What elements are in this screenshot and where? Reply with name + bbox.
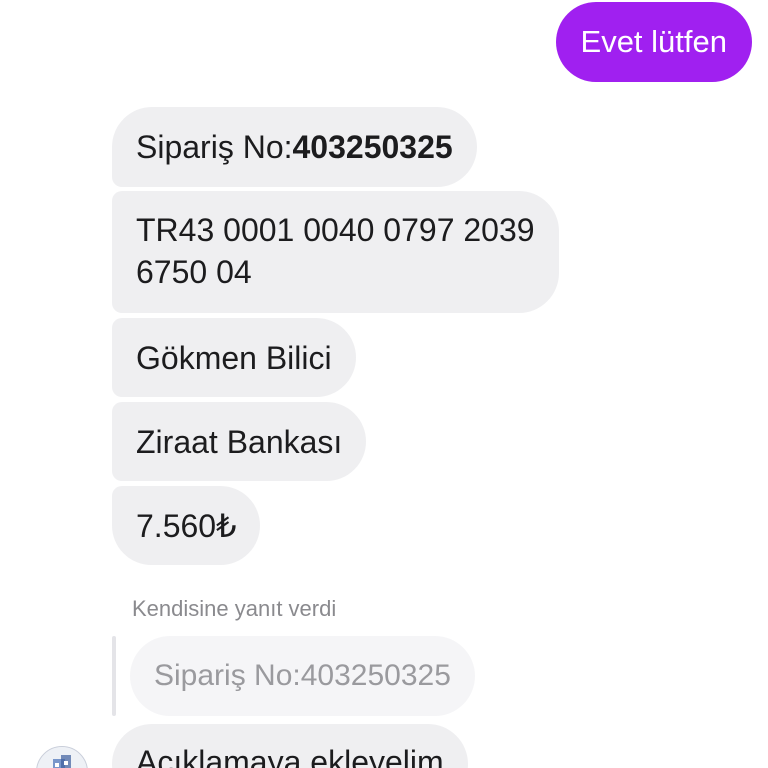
bank-name: Ziraat Bankası (136, 424, 343, 460)
order-number-value: 403250325 (292, 129, 453, 165)
order-number-prefix: Sipariş No: (136, 129, 293, 165)
reply-caption: Kendisine yanıt verdi (132, 596, 337, 621)
incoming-message-bank[interactable]: Ziraat Bankası (112, 402, 367, 481)
user-avatar-icon[interactable] (36, 746, 88, 768)
amount-value: 7.560₺ (136, 508, 237, 544)
reply-indicator-bar (112, 636, 116, 716)
account-holder-name: Gökmen Bilici (136, 340, 332, 376)
iban-line-2: 6750 04 (136, 254, 252, 290)
incoming-message-amount[interactable]: 7.560₺ (112, 486, 261, 565)
quoted-message[interactable]: Sipariş No:403250325 (130, 636, 475, 716)
iban-line-1: TR43 0001 0040 0797 2039 (136, 212, 535, 248)
chat-thread: Evet lütfen Sipariş No:403250325 TR43 00… (0, 0, 768, 768)
outgoing-message-text: Evet lütfen (580, 24, 727, 59)
reply-message-text: Açıklamaya ekleyelim (136, 744, 444, 768)
quoted-message-text: Sipariş No:403250325 (154, 659, 451, 692)
outgoing-message[interactable]: Evet lütfen (555, 2, 752, 82)
incoming-reply-message[interactable]: Açıklamaya ekleyelim (112, 724, 468, 768)
incoming-message-iban[interactable]: TR43 0001 0040 0797 2039 6750 04 (112, 191, 559, 313)
incoming-message-order-number[interactable]: Sipariş No:403250325 (112, 107, 477, 187)
avatar-image (37, 747, 87, 768)
incoming-message-name[interactable]: Gökmen Bilici (112, 318, 356, 397)
